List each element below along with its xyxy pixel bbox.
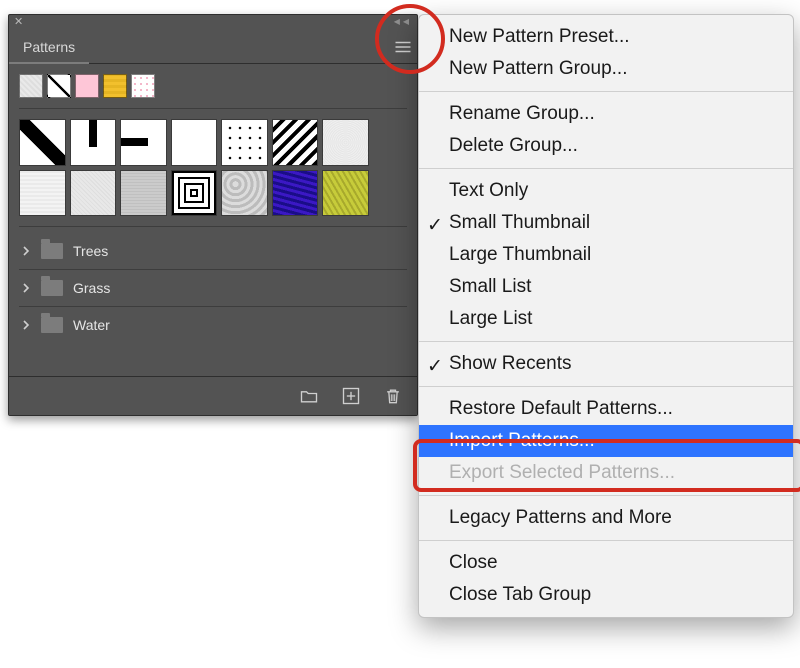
menu-item-label: Legacy Patterns and More [449,507,672,529]
checkmark-icon: ✓ [427,214,443,230]
pattern-folders: Trees Grass Water [19,227,407,343]
menu-item-label: Small List [449,276,531,298]
pattern-swatch[interactable] [120,170,167,217]
hamburger-icon [394,40,412,54]
plus-square-icon [341,386,361,406]
menu-item-export_selected: Export Selected Patterns... [419,457,793,489]
menu-separator [419,168,793,169]
menu-item-label: Large Thumbnail [449,244,591,266]
pattern-swatch[interactable] [272,170,319,217]
folder-icon [41,317,63,333]
recent-swatch[interactable] [19,74,43,98]
recent-swatch[interactable] [47,74,71,98]
menu-item-new_pattern_preset[interactable]: New Pattern Preset... [419,21,793,53]
folder-row[interactable]: Grass [19,270,407,307]
recent-swatch[interactable] [75,74,99,98]
menu-item-label: Rename Group... [449,103,595,125]
menu-item-large_thumbnail[interactable]: Large Thumbnail [419,239,793,271]
pattern-swatch[interactable] [70,119,117,166]
menu-item-label: New Pattern Preset... [449,26,630,48]
recent-patterns-row [19,74,407,109]
tab-patterns[interactable]: Patterns [9,31,89,64]
pattern-swatch[interactable] [322,170,369,217]
checkmark-icon: ✓ [427,355,443,371]
pattern-swatch[interactable] [19,170,66,217]
menu-item-label: Delete Group... [449,135,578,157]
menu-item-label: Large List [449,308,532,330]
chevron-right-icon [21,246,31,256]
recent-swatch[interactable] [131,74,155,98]
panel-flyout-menu: New Pattern Preset... New Pattern Group..… [418,14,794,618]
pattern-swatch[interactable] [171,119,218,166]
menu-item-legacy_patterns[interactable]: Legacy Patterns and More [419,502,793,534]
pattern-swatch[interactable] [120,119,167,166]
panel-menu-button[interactable] [389,31,417,63]
menu-item-rename_group[interactable]: Rename Group... [419,98,793,130]
tabbar-spacer [89,31,389,63]
close-icon[interactable]: ✕ [9,15,28,28]
collapse-icon[interactable]: ◀◀ [394,15,417,26]
delete-button[interactable] [383,386,403,406]
new-group-button[interactable] [299,386,319,406]
menu-item-large_list[interactable]: Large List [419,303,793,335]
trash-icon [383,386,403,406]
menu-item-label: Restore Default Patterns... [449,398,673,420]
pattern-swatch[interactable] [272,119,319,166]
folder-icon [41,280,63,296]
menu-item-close_tab_group[interactable]: Close Tab Group [419,579,793,611]
folder-label: Water [73,317,110,333]
recent-swatch[interactable] [103,74,127,98]
folder-icon [41,243,63,259]
patterns-panel: ✕ ◀◀ Patterns [8,14,418,416]
menu-item-label: Import Patterns... [449,430,595,452]
menu-item-label: New Pattern Group... [449,58,627,80]
folder-row[interactable]: Water [19,307,407,343]
pattern-swatch[interactable] [171,170,218,217]
folder-row[interactable]: Trees [19,233,407,270]
menu-separator [419,386,793,387]
menu-item-small_thumbnail[interactable]: ✓ Small Thumbnail [419,207,793,239]
menu-separator [419,91,793,92]
menu-item-restore_defaults[interactable]: Restore Default Patterns... [419,393,793,425]
menu-item-close[interactable]: Close [419,547,793,579]
menu-separator [419,341,793,342]
chevron-right-icon [21,283,31,293]
pattern-swatch[interactable] [322,119,369,166]
panel-body: Trees Grass Water [9,64,417,347]
pattern-swatch[interactable] [70,170,117,217]
pattern-swatch[interactable] [19,119,66,166]
menu-item-label: Show Recents [449,353,572,375]
folder-label: Grass [73,280,110,296]
menu-separator [419,495,793,496]
menu-item-show_recents[interactable]: ✓ Show Recents [419,348,793,380]
menu-item-label: Close [449,552,498,574]
panel-tabbar: Patterns [9,31,417,64]
menu-item-delete_group[interactable]: Delete Group... [419,130,793,162]
pattern-swatch[interactable] [221,170,268,217]
menu-item-label: Small Thumbnail [449,212,590,234]
pattern-swatch[interactable] [221,119,268,166]
menu-item-label: Text Only [449,180,528,202]
folder-icon [299,386,319,406]
menu-item-text_only[interactable]: Text Only [419,175,793,207]
menu-item-label: Close Tab Group [449,584,591,606]
panel-footer [9,376,417,415]
menu-item-label: Export Selected Patterns... [449,462,675,484]
new-pattern-button[interactable] [341,386,361,406]
panel-titlebar[interactable]: ✕ ◀◀ [9,15,417,31]
menu-item-new_pattern_group[interactable]: New Pattern Group... [419,53,793,85]
menu-item-small_list[interactable]: Small List [419,271,793,303]
pattern-swatch-grid [19,109,407,227]
folder-label: Trees [73,243,108,259]
menu-item-import_patterns[interactable]: Import Patterns... [419,425,793,457]
menu-separator [419,540,793,541]
chevron-right-icon [21,320,31,330]
